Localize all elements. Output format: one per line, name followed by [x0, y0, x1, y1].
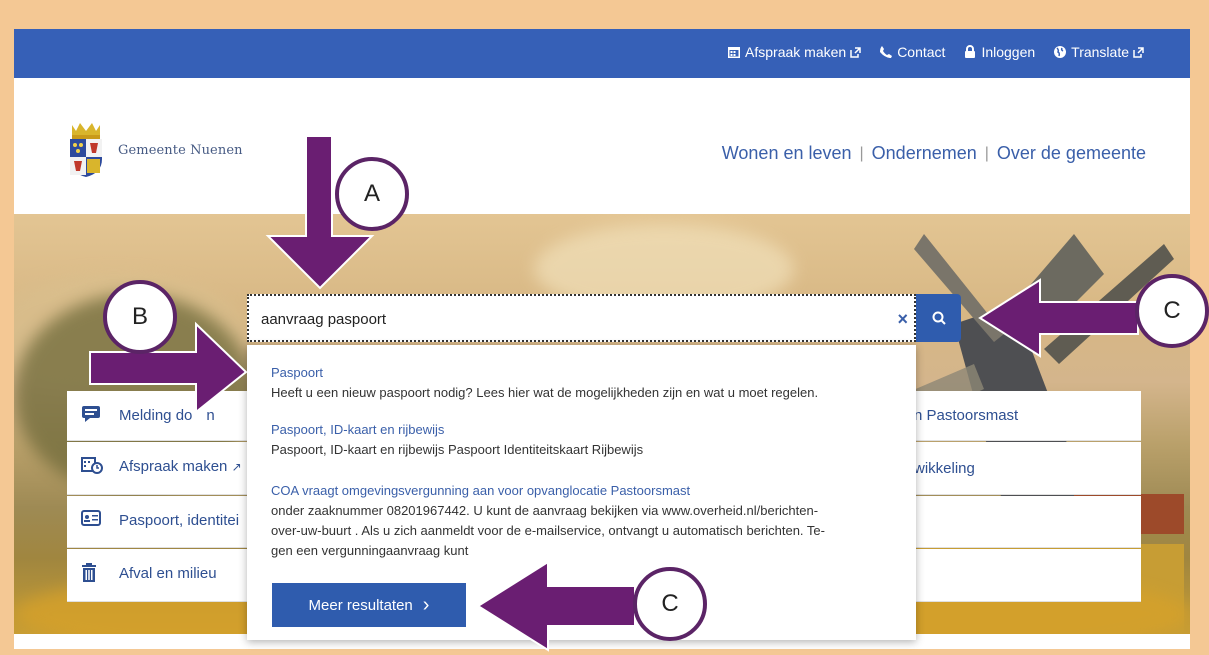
callout-b-label: B: [131, 303, 148, 330]
callout-a: A: [335, 157, 409, 231]
site-header: Gemeente Nuenen Wonen en leven | Onderne…: [14, 78, 1190, 214]
appointment-link-label: Afspraak maken: [745, 44, 847, 60]
tile-paspoort-label: Paspoort, identitei: [119, 512, 240, 529]
tile-afspraak-label: Afspraak maken ↗: [119, 458, 242, 475]
tile-paspoort-identiteit[interactable]: Paspoort, identitei: [67, 496, 249, 548]
message-icon: [82, 406, 100, 422]
nav-ondernemen[interactable]: Ondernemen: [872, 143, 977, 164]
tile-right-4[interactable]: [912, 549, 1141, 602]
search-result-description: Heeft u een nieuw paspoort nodig? Lees h…: [271, 385, 819, 400]
more-results-label: Meer resultaten: [308, 596, 413, 614]
tile-pastoorsmast[interactable]: n Pastoorsmast: [912, 391, 1141, 441]
logo-text: Gemeente Nuenen: [118, 142, 243, 158]
nav-separator: |: [984, 144, 989, 162]
tile-pastoorsmast-label: n Pastoorsmast: [914, 407, 1019, 424]
tile-afval-en-milieu[interactable]: Afval en milieu: [67, 549, 249, 602]
external-link-icon: [1133, 46, 1144, 58]
site-logo[interactable]: Gemeente Nuenen: [66, 121, 243, 179]
contact-link-label: Contact: [897, 44, 946, 60]
search-input[interactable]: aanvraag paspoort ×: [247, 294, 916, 342]
top-bar: Afspraak maken Contact Inloggen Translat…: [14, 29, 1190, 78]
search-result: Paspoort, ID-kaart en rijbewijs Paspoort…: [271, 422, 643, 460]
search-result-title[interactable]: COA vraagt omgevingsvergunning aan voor …: [271, 483, 825, 498]
globe-icon: [1054, 46, 1067, 58]
search-result: COA vraagt omgevingsvergunning aan voor …: [271, 483, 825, 561]
callout-c-label: C: [661, 590, 679, 617]
search-icon: [932, 311, 946, 325]
search-result-description: Paspoort, ID-kaart en rijbewijs Paspoort…: [271, 442, 644, 457]
tile-afspraak-maken[interactable]: Afspraak maken ↗: [67, 442, 249, 495]
calendar-icon: [728, 47, 741, 58]
coat-of-arms-icon: [70, 123, 102, 177]
search-result-title[interactable]: Paspoort: [271, 365, 818, 380]
more-results-button[interactable]: Meer resultaten ›: [272, 583, 466, 627]
chevron-right-icon: ›: [422, 593, 430, 616]
callout-b: B: [103, 280, 177, 354]
search-result: Paspoort Heeft u een nieuw paspoort nodi…: [271, 365, 818, 403]
tile-right-3[interactable]: [912, 496, 1141, 548]
callout-c-label: C: [1163, 297, 1181, 324]
phone-icon: [880, 46, 893, 58]
external-link-icon: ↗: [231, 460, 242, 474]
tile-afval-label: Afval en milieu: [119, 565, 217, 582]
tile-ontwikkeling[interactable]: wikkeling: [912, 442, 1141, 495]
search-input-value: aanvraag paspoort: [261, 311, 387, 328]
nav-wonen-en-leven[interactable]: Wonen en leven: [722, 143, 852, 164]
login-link[interactable]: Inloggen: [963, 44, 1035, 60]
top-links: Afspraak maken Contact Inloggen Translat…: [727, 44, 1144, 60]
callout-a-label: A: [363, 180, 380, 207]
tile-melding-label: Melding do n: [119, 407, 215, 424]
search-result-title[interactable]: Paspoort, ID-kaart en rijbewijs: [271, 422, 643, 437]
login-link-label: Inloggen: [981, 44, 1036, 60]
callout-c-search: C: [1135, 274, 1209, 348]
contact-link[interactable]: Contact: [879, 44, 945, 60]
nav-separator: |: [859, 144, 864, 162]
tile-ontwikkeling-label: wikkeling: [914, 460, 975, 477]
appointment-link[interactable]: Afspraak maken: [727, 44, 861, 60]
search-button[interactable]: [916, 294, 961, 342]
nav-over-de-gemeente[interactable]: Over de gemeente: [997, 143, 1146, 164]
search-result-description: onder zaaknummer 08201967442. U kunt de …: [271, 503, 825, 558]
main-navigation: Wonen en leven | Ondernemen | Over de ge…: [722, 143, 1146, 164]
callout-c-more: C: [633, 567, 707, 641]
lock-icon: [965, 45, 976, 58]
translate-link[interactable]: Translate: [1053, 44, 1144, 60]
tile-melding-doen[interactable]: Melding do n: [67, 391, 249, 441]
trash-icon: [82, 563, 96, 582]
external-link-icon: [850, 46, 861, 58]
calendar-clock-icon: [81, 457, 103, 474]
clear-search-icon[interactable]: ×: [897, 309, 908, 330]
id-card-icon: [81, 510, 101, 526]
translate-link-label: Translate: [1071, 44, 1129, 60]
